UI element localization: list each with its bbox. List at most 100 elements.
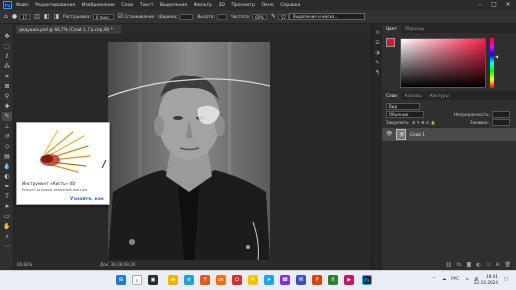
opera-browser-icon[interactable]: O (232, 275, 242, 285)
viber-icon[interactable]: ☎ (280, 275, 290, 285)
word-app-icon[interactable]: W (296, 275, 306, 285)
visibility-eye-icon[interactable]: 👁 (386, 131, 392, 137)
healing-brush-tool-icon[interactable]: ✚ (2, 102, 12, 111)
home-icon[interactable]: ⌂ (4, 13, 8, 20)
menu-view[interactable]: Просмотр (231, 3, 255, 8)
telegram-icon[interactable]: ➤ (264, 275, 274, 285)
menu-window[interactable]: Окно (262, 3, 274, 8)
menu-select[interactable]: Выделение (160, 3, 187, 8)
move-tool-icon[interactable]: ✥ (2, 32, 12, 41)
menu-edit[interactable]: Редактирование (35, 3, 75, 8)
delete-layer-icon[interactable]: 🗑 (505, 262, 511, 268)
path-selection-tool-icon[interactable]: ➤ (2, 202, 12, 211)
new-layer-icon[interactable]: ⊕ (495, 262, 499, 268)
width-field[interactable] (179, 13, 194, 20)
add-mask-icon[interactable]: ◙ (466, 262, 471, 268)
color-picker-field[interactable] (400, 38, 486, 88)
tab-paths[interactable]: Контуры (426, 92, 453, 100)
tray-chevron-icon[interactable]: ⌃ (432, 277, 436, 282)
adjustments-panel-icon[interactable]: ◑ (374, 50, 381, 57)
zoom-level[interactable]: 66,83% (17, 260, 32, 270)
properties-panel-icon[interactable]: ☰ (374, 40, 381, 47)
fill-field[interactable] (492, 119, 510, 126)
layer-name[interactable]: Слой 1 (410, 132, 425, 137)
antialias-checkbox[interactable]: ☑ (118, 13, 123, 20)
dodge-tool-icon[interactable]: ◐ (2, 172, 12, 181)
current-color-swatch[interactable] (386, 38, 395, 47)
eyedropper-tool-icon[interactable]: ⚲ (2, 92, 12, 101)
photoshop-taskbar-icon[interactable]: Ps (362, 275, 372, 285)
menu-layers[interactable]: Слои (121, 3, 133, 8)
brush-preset-icon[interactable]: ● (12, 13, 17, 20)
history-panel-icon[interactable]: ⟲ (374, 30, 381, 37)
frame-tool-icon[interactable]: ⊠ (2, 82, 12, 91)
brush-tool-icon[interactable]: ✎ (2, 112, 12, 121)
powerpoint-app-icon[interactable]: P (312, 275, 322, 285)
type-tool-icon[interactable]: T (2, 192, 12, 201)
feather-field[interactable]: 0 пикс. (92, 13, 114, 20)
brush-size-field[interactable]: 17 (19, 13, 31, 20)
lasso-tool-icon[interactable]: ℓ (2, 52, 12, 61)
brush-settings-panel-icon[interactable]: ✎ (374, 60, 381, 67)
lock-icons[interactable]: ⊞ ✎ ✥ ⊡ 🔒 (412, 119, 435, 126)
menu-3d[interactable]: 3D (218, 3, 224, 8)
add-selection-icon[interactable]: ◫ (34, 13, 40, 20)
crop-tool-icon[interactable]: ⌗ (2, 72, 12, 81)
system-clock[interactable]: 18:41 22.10.2024 (474, 274, 498, 286)
tab-channels[interactable]: Каналы (401, 92, 426, 100)
learn-how-link[interactable]: Узнайте, как (70, 197, 104, 202)
layer-row[interactable]: 👁 Слой 1 (382, 128, 516, 141)
hue-slider[interactable] (490, 38, 494, 88)
marquee-tool-icon[interactable]: ⬚ (2, 42, 12, 51)
network-icon[interactable]: ⌂ (466, 277, 469, 282)
search-icon[interactable]: ⌕ (132, 275, 142, 285)
yandex-browser-icon[interactable]: Y (200, 275, 210, 285)
height-field[interactable] (216, 13, 227, 20)
tab-swatches[interactable]: Образцы (401, 25, 429, 33)
menu-text[interactable]: Текст (140, 3, 154, 8)
hue-slider-handle-icon[interactable]: ◀ (495, 54, 498, 59)
subtract-selection-icon[interactable]: ◧ (44, 13, 50, 20)
intersect-selection-icon[interactable]: ◨ (54, 13, 60, 20)
tab-color[interactable]: Цвет (382, 25, 401, 33)
link-layers-icon[interactable]: ⛓ (445, 262, 451, 268)
pen-tool-icon[interactable]: ✒ (2, 182, 12, 191)
opacity-field[interactable] (492, 111, 510, 118)
paragraph-panel-icon[interactable]: ¶ (374, 70, 381, 77)
frequency-field[interactable]: 57 (277, 13, 290, 20)
notifications-icon[interactable]: ▢ (504, 277, 508, 282)
menu-filter[interactable]: Фильтр (194, 3, 212, 8)
file-explorer-icon[interactable]: ▬ (168, 275, 178, 285)
zoom-tool-icon[interactable]: ⌕ (2, 232, 12, 241)
media-player-icon[interactable]: ▶ (344, 275, 354, 285)
close-button[interactable]: ✕ (502, 0, 514, 10)
pressure-icon[interactable]: ✎ (271, 13, 276, 20)
menu-file[interactable]: Файл (16, 3, 29, 8)
document-photo[interactable] (108, 42, 270, 260)
clone-stamp-tool-icon[interactable]: ⊥ (2, 122, 12, 131)
eraser-tool-icon[interactable]: ◇ (2, 142, 12, 151)
gradient-tool-icon[interactable]: ▤ (2, 152, 12, 161)
edge-browser-icon[interactable]: e (184, 275, 194, 285)
precision-field[interactable]: 60% (252, 13, 267, 20)
blend-mode-select[interactable]: Обычные (386, 111, 424, 118)
tab-layers[interactable]: Слои (382, 92, 401, 100)
task-view-icon[interactable]: ▣ (148, 275, 158, 285)
sticky-notes-icon[interactable]: ✎ (248, 275, 258, 285)
adjustment-layer-icon[interactable]: ◐ (476, 262, 480, 268)
more-tools-icon[interactable]: ⋯ (2, 242, 12, 251)
blur-tool-icon[interactable]: 💧 (2, 162, 12, 171)
tray-app-icon[interactable]: ☁ (442, 277, 446, 282)
minimize-button[interactable]: – (474, 0, 486, 10)
menu-image[interactable]: Изображение (82, 3, 115, 8)
menu-help[interactable]: Справка (280, 3, 300, 8)
document-tab[interactable]: дедушка.psd @ 66,7% (Слой 1, Гр.сер./8) … (16, 25, 121, 34)
history-brush-tool-icon[interactable]: ↺ (2, 132, 12, 141)
maximize-button[interactable]: □ (488, 0, 500, 10)
document-size-info[interactable]: Док: 39,2К/39,2К (100, 260, 135, 270)
excel-app-icon[interactable]: X (328, 275, 338, 285)
layer-style-icon[interactable]: fx (457, 262, 462, 268)
hand-tool-icon[interactable]: ✋ (2, 222, 12, 231)
ok-app-icon[interactable]: ок (216, 275, 226, 285)
start-button-windows-icon[interactable]: ⊞ (116, 275, 126, 285)
